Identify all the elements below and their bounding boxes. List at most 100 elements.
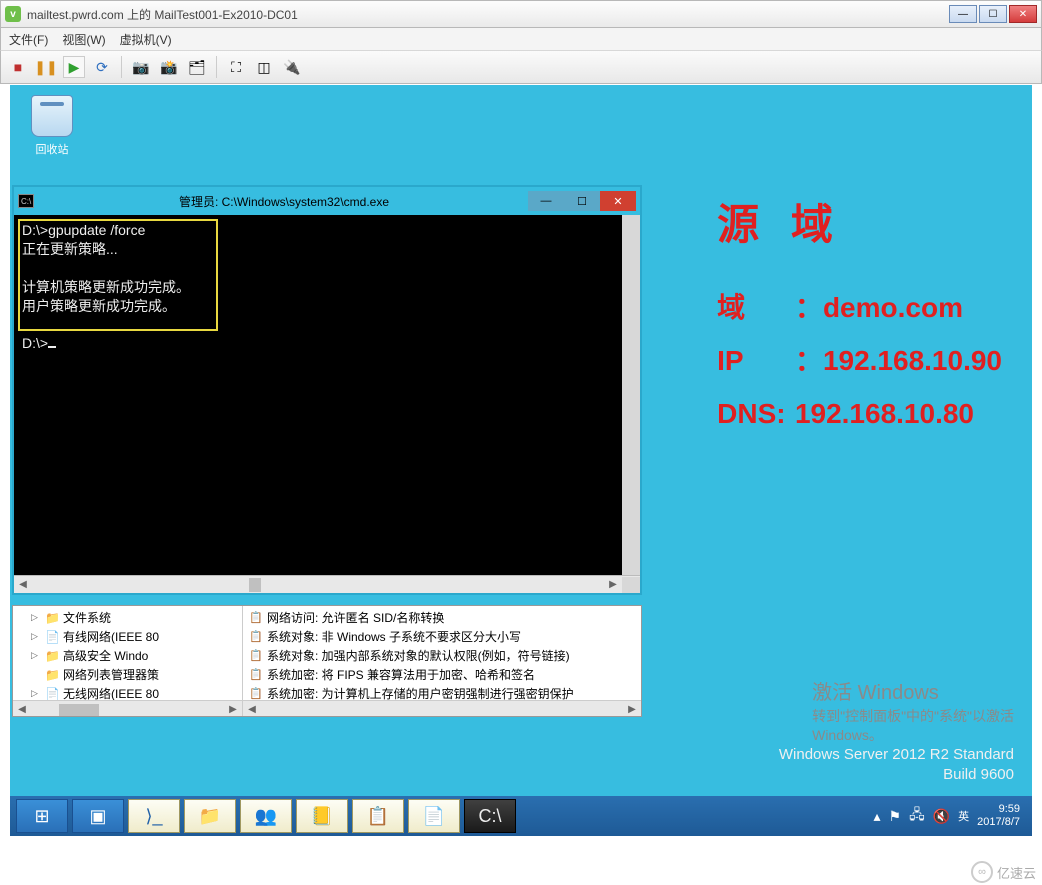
gpedit-window[interactable]: ▷📁文件系统 ▷📄有线网络(IEEE 80 ▷📁高级安全 Windo 📁网络列表… — [12, 605, 642, 717]
folder-icon: 📄 — [45, 630, 59, 644]
menu-file[interactable]: 文件(F) — [9, 31, 48, 48]
folder-icon: 📁 — [45, 649, 59, 663]
expand-icon[interactable]: ▷ — [31, 688, 41, 699]
guest-taskbar[interactable]: ⊞ ▣ ⟩_ 📁 👥 📒 📋 📄 C:\ ▴ ⚑ 🖧 🔇 英 9:59 2017… — [10, 796, 1032, 836]
start-button[interactable]: ⊞ — [16, 799, 68, 833]
cmd-line-1: D:\>gpupdate /force — [22, 222, 145, 238]
cmd-line-3: 计算机策略更新成功完成。 — [22, 279, 190, 295]
date: 2017/8/7 — [977, 816, 1020, 829]
time: 9:59 — [977, 803, 1020, 816]
brand-text: 亿速云 — [997, 863, 1036, 882]
taskbar-app-1[interactable]: 👥 — [240, 799, 292, 833]
stop-button[interactable]: ■ — [7, 56, 29, 78]
domain-title: 源 域 — [717, 185, 1002, 265]
scroll-right-icon[interactable]: ▶ — [224, 702, 242, 718]
scroll-track[interactable] — [32, 577, 604, 593]
expand-icon[interactable]: ▷ — [31, 650, 41, 661]
gpedit-list[interactable]: 📋网络访问: 允许匿名 SID/名称转换 📋系统对象: 非 Windows 子系… — [243, 606, 641, 700]
dns-value: 192.168.10.80 — [795, 398, 974, 429]
menu-view[interactable]: 视图(W) — [62, 31, 105, 48]
list-item: 📋网络访问: 允许匿名 SID/名称转换 — [243, 608, 641, 627]
brand-icon: ∞ — [971, 861, 993, 883]
connect-device-icon[interactable]: 🔌 — [281, 56, 303, 78]
clock[interactable]: 9:59 2017/8/7 — [977, 803, 1020, 829]
scroll-left-icon[interactable]: ◀ — [243, 702, 261, 718]
recycle-bin-icon — [31, 95, 73, 137]
ime-indicator[interactable]: 英 — [958, 808, 969, 824]
brand-watermark: ∞ 亿速云 — [971, 861, 1036, 883]
tree-row: 📁网络列表管理器策 — [13, 665, 242, 684]
scroll-left-icon[interactable]: ◀ — [13, 702, 31, 718]
policy-icon: 📋 — [249, 611, 263, 624]
explorer-button[interactable]: 📁 — [184, 799, 236, 833]
taskbar-app-3[interactable]: 📋 — [352, 799, 404, 833]
minimize-button[interactable]: — — [949, 5, 977, 23]
domain-label: 域 — [717, 281, 787, 334]
tray-up-icon[interactable]: ▴ — [874, 808, 881, 825]
cmd-minimize-button[interactable]: — — [528, 191, 564, 211]
vmware-toolbar: ■ ❚❚ ▶ ⟳ 📷 📸 🗂 ⛶ ◫ 🔌 — [0, 50, 1042, 84]
list-item: 📋系统对象: 非 Windows 子系统不要求区分大小写 — [243, 627, 641, 646]
cmd-body[interactable]: D:\>gpupdate /force 正在更新策略... 计算机策略更新成功完… — [14, 215, 640, 575]
activation-line3: Windows。 — [812, 726, 1014, 746]
cmd-icon: C:\ — [18, 194, 34, 208]
taskbar-app-2[interactable]: 📒 — [296, 799, 348, 833]
expand-icon[interactable]: ▷ — [31, 612, 41, 623]
powershell-button[interactable]: ⟩_ — [128, 799, 180, 833]
gpedit-scrollbars[interactable]: ◀ ▶ ◀ ▶ — [13, 700, 641, 717]
recycle-bin-label: 回收站 — [22, 141, 82, 157]
pause-button[interactable]: ❚❚ — [35, 56, 57, 78]
cmd-close-button[interactable]: ✕ — [600, 191, 636, 211]
play-button[interactable]: ▶ — [63, 56, 85, 78]
fullscreen-icon[interactable]: ⛶ — [225, 56, 247, 78]
snapshot-revert-icon[interactable]: 📸 — [158, 56, 180, 78]
cmd-line-5: D:\> — [22, 335, 48, 351]
folder-icon: 📁 — [45, 668, 59, 682]
ip-value: 192.168.10.90 — [823, 345, 1002, 376]
snapshot-manage-icon[interactable]: 🗂 — [186, 56, 208, 78]
folder-icon: 📁 — [45, 611, 59, 625]
scroll-right-icon[interactable]: ▶ — [623, 702, 641, 718]
ip-label: IP — [717, 334, 787, 387]
tree-row: ▷📄有线网络(IEEE 80 — [13, 627, 242, 646]
scroll-thumb[interactable] — [59, 704, 99, 716]
policy-icon: 📋 — [249, 649, 263, 662]
cmd-window[interactable]: C:\ 管理员: C:\Windows\system32\cmd.exe — ☐… — [12, 185, 642, 595]
scroll-left-icon[interactable]: ◀ — [14, 577, 32, 593]
vmware-icon: v — [5, 6, 21, 22]
scroll-corner — [622, 577, 640, 593]
server-manager-button[interactable]: ▣ — [72, 799, 124, 833]
system-tray[interactable]: ▴ ⚑ 🖧 🔇 英 9:59 2017/8/7 — [874, 803, 1028, 829]
restart-button[interactable]: ⟳ — [91, 56, 113, 78]
cmd-line-2: 正在更新策略... — [22, 241, 118, 257]
cmd-maximize-button[interactable]: ☐ — [564, 191, 600, 211]
menu-vm[interactable]: 虚拟机(V) — [120, 31, 172, 48]
vmware-host-window: v mailtest.pwrd.com 上的 MailTest001-Ex201… — [0, 0, 1042, 866]
scroll-thumb[interactable] — [249, 578, 261, 592]
cmd-cursor — [48, 346, 56, 348]
scroll-right-icon[interactable]: ▶ — [604, 577, 622, 593]
guest-desktop[interactable]: 回收站 源 域 域 ：demo.com IP ：192.168.10.90 DN… — [10, 85, 1032, 836]
cmd-taskbar-button[interactable]: C:\ — [464, 799, 516, 833]
maximize-button[interactable]: ☐ — [979, 5, 1007, 23]
expand-icon[interactable]: ▷ — [31, 631, 41, 642]
unity-icon[interactable]: ◫ — [253, 56, 275, 78]
policy-icon: 📋 — [249, 687, 263, 700]
activation-line2: 转到"控制面板"中的"系统"以激活 — [812, 707, 1014, 727]
list-item: 📋系统对象: 加强内部系统对象的默认权限(例如，符号链接) — [243, 646, 641, 665]
flag-icon[interactable]: ⚑ — [889, 808, 902, 825]
taskbar-app-4[interactable]: 📄 — [408, 799, 460, 833]
cmd-scrollbar-horizontal[interactable]: ◀ ▶ — [14, 575, 640, 593]
close-button[interactable]: ✕ — [1009, 5, 1037, 23]
os-name: Windows Server 2012 R2 Standard — [779, 745, 1014, 765]
snapshot-take-icon[interactable]: 📷 — [130, 56, 152, 78]
activation-watermark: 激活 Windows 转到"控制面板"中的"系统"以激活 Windows。 — [812, 679, 1014, 746]
gpedit-tree[interactable]: ▷📁文件系统 ▷📄有线网络(IEEE 80 ▷📁高级安全 Windo 📁网络列表… — [13, 606, 243, 700]
activation-title: 激活 Windows — [812, 679, 1014, 707]
os-build: Build 9600 — [779, 765, 1014, 785]
cmd-titlebar[interactable]: C:\ 管理员: C:\Windows\system32\cmd.exe — ☐… — [14, 187, 640, 215]
recycle-bin[interactable]: 回收站 — [22, 95, 82, 157]
sound-icon[interactable]: 🔇 — [933, 808, 950, 825]
vmware-titlebar[interactable]: v mailtest.pwrd.com 上的 MailTest001-Ex201… — [0, 0, 1042, 28]
network-icon[interactable]: 🖧 — [909, 804, 925, 828]
